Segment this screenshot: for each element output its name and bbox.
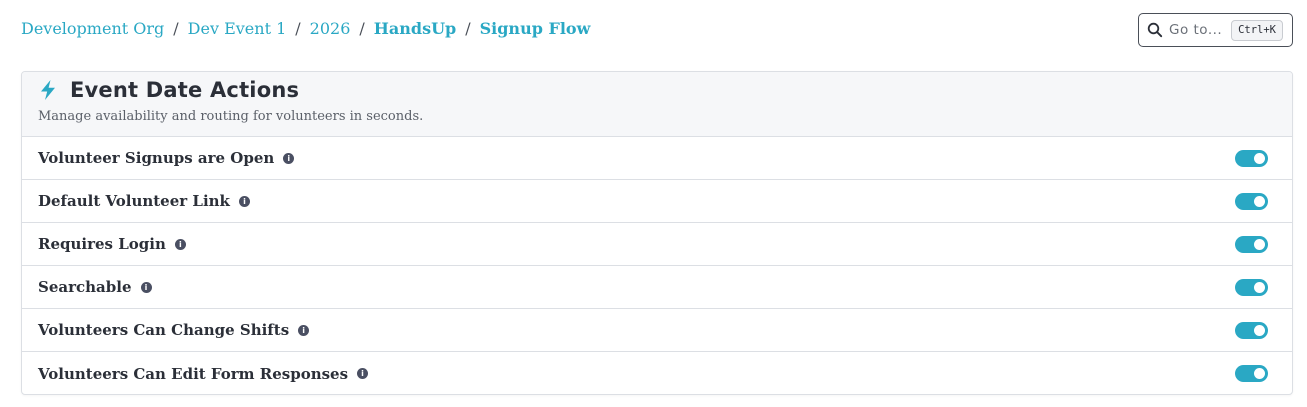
- setting-toggle[interactable]: [1235, 365, 1268, 382]
- setting-label: Requires Login: [38, 235, 166, 253]
- breadcrumb-item-signup-flow[interactable]: Signup Flow: [480, 19, 591, 38]
- info-icon[interactable]: i: [140, 281, 152, 293]
- setting-row: Volunteers Can Change Shifts i: [22, 309, 1292, 352]
- setting-label: Volunteers Can Edit Form Responses: [38, 364, 349, 383]
- breadcrumb-item-event[interactable]: Dev Event 1: [188, 19, 287, 38]
- setting-toggle[interactable]: [1235, 193, 1268, 210]
- top-bar: Development Org / Dev Event 1 / 2026 / H…: [0, 0, 1307, 62]
- toggle-knob: [1254, 153, 1265, 164]
- setting-row: Default Volunteer Link i: [22, 180, 1292, 223]
- breadcrumb-item-handsup[interactable]: HandsUp: [374, 19, 456, 38]
- info-icon[interactable]: i: [174, 238, 186, 250]
- info-icon[interactable]: i: [357, 368, 369, 379]
- bolt-icon: [38, 79, 58, 101]
- setting-row: Searchable i: [22, 266, 1292, 309]
- setting-row: Volunteers Can Edit Form Responses i: [22, 352, 1292, 394]
- toggle-knob: [1254, 325, 1265, 336]
- setting-toggle[interactable]: [1235, 279, 1268, 296]
- card-subtitle: Manage availability and routing for volu…: [38, 109, 424, 124]
- toggle-knob: [1254, 239, 1265, 250]
- setting-label: Volunteer Signups are Open: [38, 149, 275, 167]
- breadcrumb-separator: /: [173, 19, 179, 38]
- breadcrumb: Development Org / Dev Event 1 / 2026 / H…: [21, 19, 590, 38]
- setting-toggle[interactable]: [1235, 322, 1268, 339]
- card-header: Event Date Actions Manage availability a…: [22, 72, 1292, 137]
- info-icon[interactable]: i: [283, 152, 295, 164]
- setting-toggle[interactable]: [1235, 236, 1268, 253]
- toggle-knob: [1254, 368, 1265, 379]
- setting-label: Default Volunteer Link: [38, 192, 230, 210]
- setting-label: Searchable: [38, 278, 132, 296]
- breadcrumb-separator: /: [359, 19, 365, 38]
- goto-placeholder: Go to...: [1169, 22, 1223, 38]
- event-date-actions-card: Event Date Actions Manage availability a…: [21, 71, 1293, 395]
- goto-search-box[interactable]: Go to... Ctrl+K: [1138, 13, 1293, 47]
- breadcrumb-item-year[interactable]: 2026: [310, 19, 351, 38]
- card-title-row: Event Date Actions: [38, 78, 299, 102]
- setting-row: Volunteer Signups are Open i: [22, 137, 1292, 180]
- setting-row: Requires Login i: [22, 223, 1292, 266]
- keyboard-shortcut-badge: Ctrl+K: [1231, 20, 1283, 41]
- setting-label: Volunteers Can Change Shifts: [38, 321, 290, 339]
- breadcrumb-item-org[interactable]: Development Org: [21, 19, 164, 38]
- toggle-knob: [1254, 196, 1265, 207]
- breadcrumb-separator: /: [295, 19, 301, 38]
- toggle-knob: [1254, 282, 1265, 293]
- setting-toggle[interactable]: [1235, 150, 1268, 167]
- breadcrumb-separator: /: [465, 19, 471, 38]
- card-title: Event Date Actions: [70, 78, 300, 102]
- info-icon[interactable]: i: [298, 324, 310, 336]
- info-icon[interactable]: i: [238, 195, 250, 207]
- search-icon: [1147, 22, 1163, 38]
